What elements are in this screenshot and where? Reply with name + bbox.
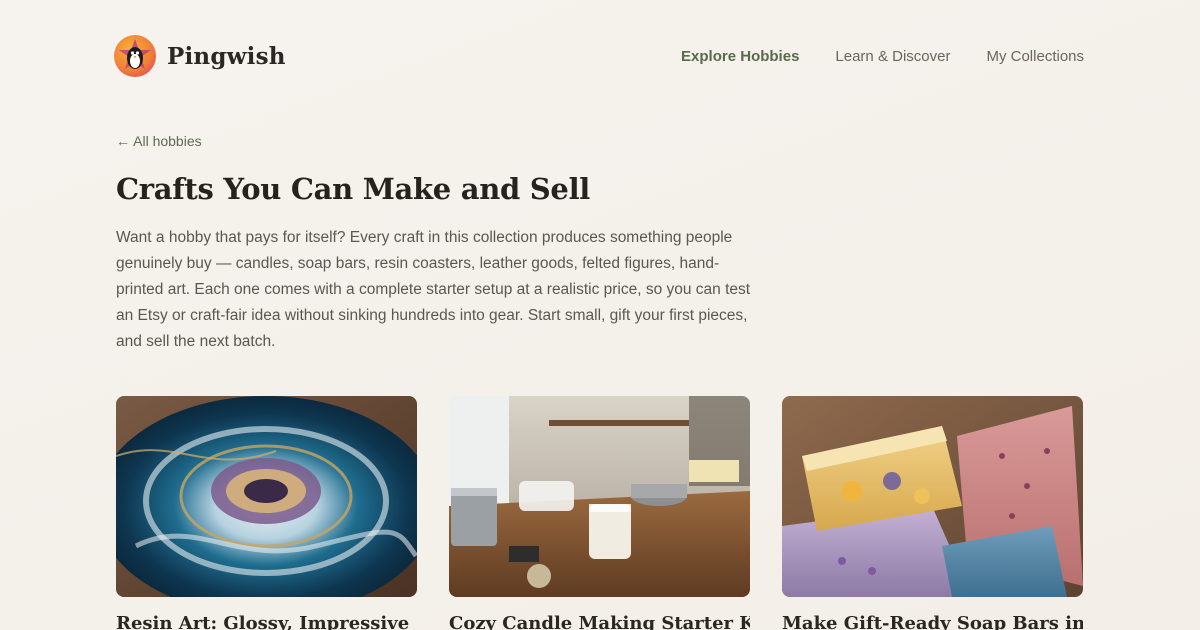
brand-name: Pingwish (167, 42, 286, 70)
handmade-soap-bars-photo[interactable] (782, 396, 1083, 597)
page-description: Want a hobby that pays for itself? Every… (116, 229, 751, 350)
nav-my-collections[interactable]: My Collections (986, 48, 1084, 65)
card-title[interactable]: Resin Art: Glossy, Impressive (116, 613, 417, 630)
hobby-card-resin-art[interactable]: Resin Art: Glossy, Impressive (116, 396, 417, 630)
candle-making-workbench-photo[interactable] (449, 396, 750, 597)
brand-home-link[interactable]: Pingwish (113, 34, 286, 78)
page: Pingwish Explore Hobbies Learn & Discove… (0, 0, 1200, 630)
hobby-card-grid: Resin Art: Glossy, Impressive Cozy Candl… (116, 396, 1084, 630)
back-to-all-hobbies-link[interactable]: ← All hobbies (116, 133, 202, 149)
page-title: Crafts You Can Make and Sell (116, 172, 591, 206)
penguin-star-logo-icon (114, 35, 156, 77)
card-title[interactable]: Cozy Candle Making Starter Kit (449, 613, 750, 630)
resin-geode-coaster-photo[interactable] (116, 396, 417, 597)
main-nav: Explore Hobbies Learn & Discover My Coll… (681, 48, 1084, 65)
nav-learn-discover[interactable]: Learn & Discover (835, 48, 950, 65)
site-header: Pingwish Explore Hobbies Learn & Discove… (113, 33, 1084, 79)
hobby-card-soap-making[interactable]: Make Gift-Ready Soap Bars in a (782, 396, 1083, 630)
card-title[interactable]: Make Gift-Ready Soap Bars in a (782, 613, 1083, 630)
hobby-card-candle-making[interactable]: Cozy Candle Making Starter Kit (449, 396, 750, 630)
nav-explore-hobbies[interactable]: Explore Hobbies (681, 48, 799, 65)
